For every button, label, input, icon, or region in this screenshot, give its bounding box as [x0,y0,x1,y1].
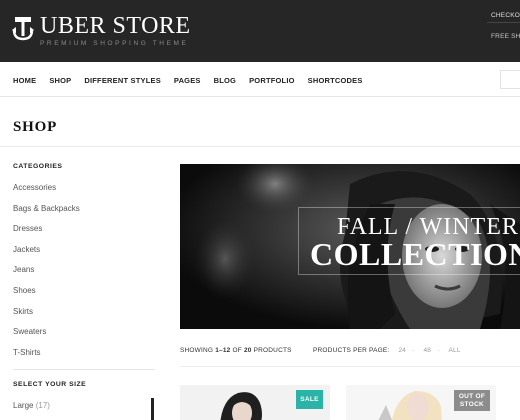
nav-item-shortcodes[interactable]: SHORTCODES [308,76,363,85]
anchor-icon [12,17,34,41]
oos-line-2: STOCK [459,400,485,408]
per-page-option-48[interactable]: 48 [423,347,431,354]
size-count: (17) [35,401,50,410]
nav-item-home[interactable]: HOME [13,76,36,85]
size-label: Large [13,401,34,410]
per-page-separator: · [437,347,440,354]
category-item[interactable]: Shoes [13,286,80,307]
size-filter-item[interactable]: Large (17) [13,401,50,410]
sidebar-divider [13,369,155,370]
nav-item-blog[interactable]: BLOG [214,76,236,85]
logo-title: UBER STORE [40,13,191,39]
out-of-stock-badge: OUT OF STOCK [454,390,490,411]
site-header: UBER STORE PREMIUM SHOPPING THEME CHECKO… [0,0,520,62]
categories-heading: CATEGORIES [13,163,63,170]
category-item[interactable]: Accessories [13,183,80,204]
per-page-separator: · [412,347,415,354]
results-suffix: PRODUCTS [253,347,292,354]
oos-line-1: OUT OF [458,393,486,400]
collection-banner[interactable]: FALL / WINTER COLLECTION [180,164,520,329]
results-divider [180,366,520,367]
size-heading: SELECT YOUR SIZE [13,381,87,388]
main-nav: HOME SHOP DIFFERENT STYLES PAGES BLOG PO… [0,62,520,97]
results-total: 20 [243,347,252,354]
checkout-link[interactable]: CHECKOUT [491,12,520,19]
title-divider [0,146,520,147]
results-count: SHOWING 1–12 OF 20 PRODUCTS [180,347,292,354]
nav-item-different-styles[interactable]: DIFFERENT STYLES [84,76,161,85]
category-item[interactable]: Dresses [13,224,80,245]
sale-badge: SALE [296,390,323,409]
logo-subtitle: PREMIUM SHOPPING THEME [40,40,189,47]
results-range: 1–12 [215,347,231,354]
nav-item-pages[interactable]: PAGES [174,76,201,85]
top-links: CHECKOUT FREE SHIPPING [491,12,520,40]
category-item[interactable]: Jackets [13,245,80,266]
per-page-label: PRODUCTS PER PAGE: [313,347,390,354]
site-logo[interactable]: UBER STORE PREMIUM SHOPPING THEME [12,14,191,48]
category-item[interactable]: T-Shirts [13,348,80,369]
results-of: OF [232,347,242,354]
category-item[interactable]: Skirts [13,307,80,328]
sidebar-scrollbar[interactable] [151,398,154,420]
results-prefix: SHOWING [180,347,214,354]
products-per-page: PRODUCTS PER PAGE: 24 · 48 · ALL [313,347,461,354]
nav-item-shop[interactable]: SHOP [49,76,71,85]
category-item[interactable]: Bags & Backpacks [13,204,80,225]
category-item[interactable]: Jeans [13,265,80,286]
banner-subheading: COLLECTION [310,236,520,272]
per-page-option-all[interactable]: ALL [449,347,461,354]
search-box[interactable] [500,70,520,89]
category-item[interactable]: Sweaters [13,327,80,348]
page-title: SHOP [13,119,58,135]
header-divider [487,22,520,23]
free-shipping-link[interactable]: FREE SHIPPING [491,33,520,40]
category-list: Accessories Bags & Backpacks Dresses Jac… [13,183,80,368]
nav-item-portfolio[interactable]: PORTFOLIO [249,76,295,85]
per-page-option-24[interactable]: 24 [398,347,406,354]
